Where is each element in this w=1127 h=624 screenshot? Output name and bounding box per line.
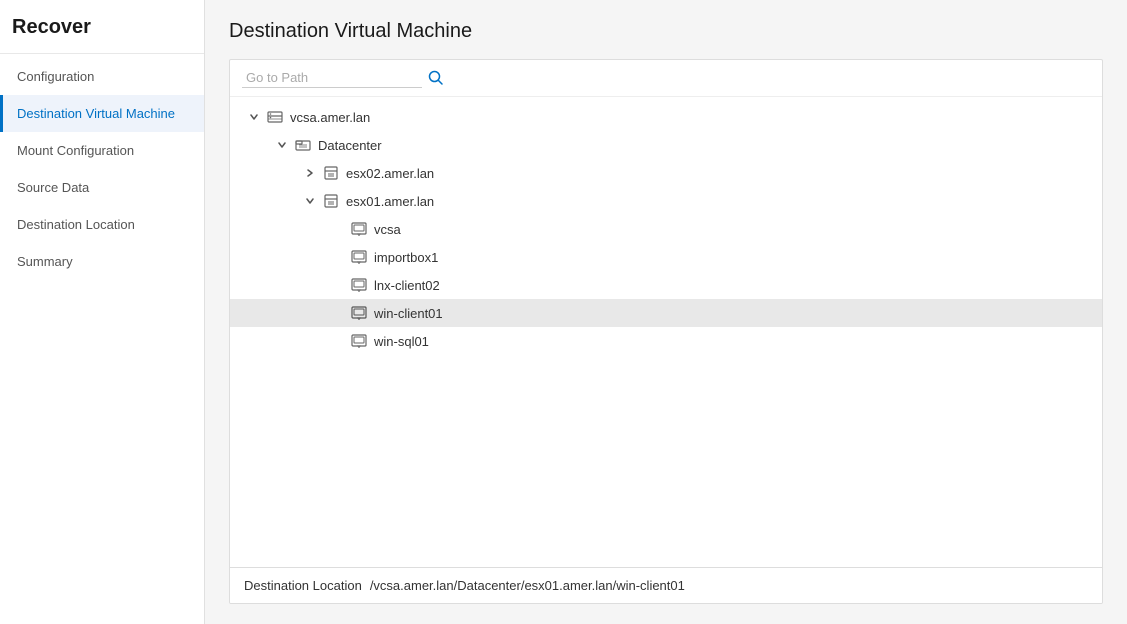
node-label: vcsa.amer.lan <box>290 110 370 125</box>
chevron-down-icon <box>274 137 290 153</box>
tree-node-datacenter[interactable]: Datacenter <box>230 131 1102 159</box>
sidebar-item-label: Source Data <box>17 180 89 195</box>
node-label: esx02.amer.lan <box>346 166 434 181</box>
tree-node-importbox1[interactable]: importbox1 <box>230 243 1102 271</box>
vm-icon <box>350 332 368 350</box>
tree-node-esx01-amer-lan[interactable]: esx01.amer.lan <box>230 187 1102 215</box>
main-content: Destination Virtual Machine v <box>205 0 1127 624</box>
chevron-right-icon <box>302 165 318 181</box>
page-title: Destination Virtual Machine <box>229 20 1103 43</box>
vm-icon <box>350 276 368 294</box>
tree-panel: vcsa.amer.lan Datacenter <box>229 59 1103 604</box>
destination-location-value: /vcsa.amer.lan/Datacenter/esx01.amer.lan… <box>370 578 685 593</box>
node-label: vcsa <box>374 222 401 237</box>
sidebar-nav: Configuration Destination Virtual Machin… <box>0 54 204 280</box>
node-label: win-client01 <box>374 306 443 321</box>
host-icon <box>322 164 340 182</box>
destination-location-label: Destination Location <box>244 578 362 593</box>
node-label: win-sql01 <box>374 334 429 349</box>
node-label: esx01.amer.lan <box>346 194 434 209</box>
datacenter-folder-icon <box>294 136 312 154</box>
sidebar-item-label: Destination Location <box>17 217 135 232</box>
destination-location-bar: Destination Location /vcsa.amer.lan/Data… <box>230 567 1102 603</box>
tree-node-vcsa-amer-lan[interactable]: vcsa.amer.lan <box>230 103 1102 131</box>
sidebar-item-mount-configuration[interactable]: Mount Configuration <box>0 132 204 169</box>
sidebar-item-destination-location[interactable]: Destination Location <box>0 206 204 243</box>
tree-node-win-sql01[interactable]: win-sql01 <box>230 327 1102 355</box>
host-icon <box>322 192 340 210</box>
search-icon[interactable] <box>428 69 444 87</box>
tree-node-vcsa[interactable]: vcsa <box>230 215 1102 243</box>
tree-node-lnx-client02[interactable]: lnx-client02 <box>230 271 1102 299</box>
sidebar-item-label: Destination Virtual Machine <box>17 106 175 121</box>
vm-icon <box>350 248 368 266</box>
vm-icon <box>350 220 368 238</box>
sidebar-item-label: Configuration <box>17 69 94 84</box>
search-bar <box>230 60 1102 97</box>
chevron-down-icon <box>302 193 318 209</box>
node-label: lnx-client02 <box>374 278 440 293</box>
sidebar-item-label: Summary <box>17 254 73 269</box>
sidebar-item-configuration[interactable]: Configuration <box>0 58 204 95</box>
sidebar-item-summary[interactable]: Summary <box>0 243 204 280</box>
app-title: Recover <box>0 0 204 54</box>
search-input[interactable] <box>242 68 422 88</box>
tree-node-esx02-amer-lan[interactable]: esx02.amer.lan <box>230 159 1102 187</box>
sidebar-item-source-data[interactable]: Source Data <box>0 169 204 206</box>
sidebar-item-label: Mount Configuration <box>17 143 134 158</box>
vm-icon <box>350 304 368 322</box>
sidebar: Recover Configuration Destination Virtua… <box>0 0 205 624</box>
sidebar-item-destination-vm[interactable]: Destination Virtual Machine <box>0 95 204 132</box>
tree-node-win-client01[interactable]: win-client01 <box>230 299 1102 327</box>
datacenter-icon <box>266 108 284 126</box>
node-label: importbox1 <box>374 250 438 265</box>
tree-content: vcsa.amer.lan Datacenter <box>230 97 1102 567</box>
chevron-down-icon <box>246 109 262 125</box>
node-label: Datacenter <box>318 138 382 153</box>
